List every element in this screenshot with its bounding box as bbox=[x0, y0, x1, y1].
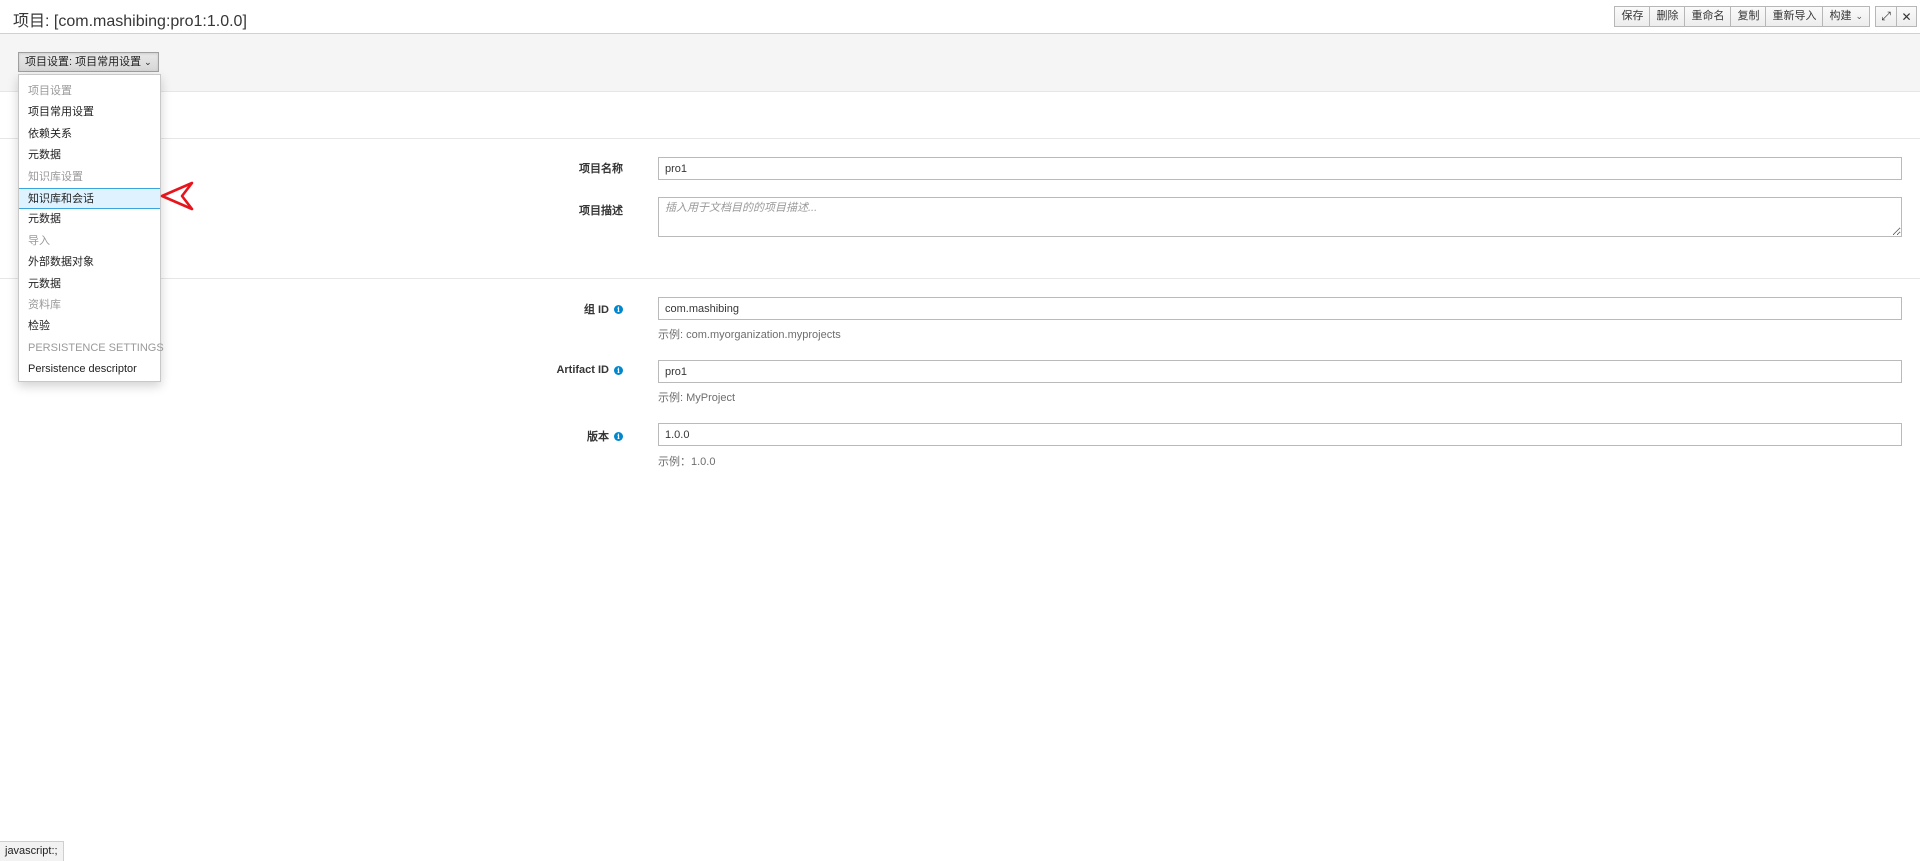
version-label: 版本 i bbox=[423, 428, 623, 444]
menu-section-header: 导入 bbox=[28, 234, 50, 247]
menu-section-header: 知识库设置 bbox=[28, 170, 83, 183]
close-icon[interactable]: ✕ bbox=[1896, 6, 1917, 27]
artifact-id-label-text: Artifact ID bbox=[556, 364, 609, 376]
info-icon[interactable]: i bbox=[614, 304, 623, 314]
build-button-label: 构建 bbox=[1829, 10, 1852, 22]
project-name-label-text: 项目名称 bbox=[579, 163, 623, 175]
menu-item[interactable]: 检验 bbox=[19, 316, 160, 337]
project-settings-menu: 项目设置 项目常用设置 依赖关系 元数据 知识库设置 知识库和会话 元数据 导入 外部数据对象元… bbox=[18, 74, 164, 382]
artifact-id-help: 示例: MyProject bbox=[658, 392, 736, 404]
build-button[interactable]: 构建 ⌄ bbox=[1822, 6, 1870, 27]
project-settings-dropdown-label: 项目设置: 项目常用设置 bbox=[25, 56, 142, 68]
copy-button[interactable]: 复制 bbox=[1730, 6, 1766, 27]
project-description-label-text: 项目描述 bbox=[579, 205, 623, 217]
project-description-input[interactable] bbox=[658, 197, 1902, 237]
menu-item[interactable]: 元数据 bbox=[19, 274, 160, 295]
reimport-button[interactable]: 重新导入 bbox=[1765, 6, 1823, 27]
menu-item[interactable]: 元数据 bbox=[19, 209, 160, 230]
rename-button[interactable]: 重命名 bbox=[1684, 6, 1731, 27]
menu-section-header: PERSISTENCE SETTINGS bbox=[28, 341, 164, 354]
chevron-down-icon: ⌄ bbox=[1855, 11, 1863, 21]
group-id-help: 示例: com.myorganization.myprojects bbox=[658, 329, 841, 341]
menu-item[interactable]: 项目常用设置 bbox=[19, 102, 160, 123]
settings-bar: 项目设置: 项目常用设置 ⌄ bbox=[0, 34, 1920, 92]
group-id-input[interactable] bbox=[658, 297, 1902, 320]
group-id-label: 组 ID i bbox=[423, 301, 623, 317]
version-help: 示例：1.0.0 bbox=[658, 456, 716, 468]
menu-item[interactable]: 外部数据对象 bbox=[19, 252, 160, 273]
group-id-label-text: 组 ID bbox=[583, 304, 609, 316]
version-label-text: 版本 bbox=[587, 431, 609, 443]
page-header: 项目: [com.mashibing:pro1:1.0.0] 保存 删除 重命名… bbox=[0, 0, 1920, 34]
project-name-input[interactable] bbox=[658, 157, 1902, 180]
menu-item[interactable]: 元数据 bbox=[19, 145, 160, 166]
section-divider bbox=[0, 138, 1920, 139]
menu-section-header: 项目设置 bbox=[28, 85, 72, 97]
project-settings-dropdown[interactable]: 项目设置: 项目常用设置 ⌄ bbox=[18, 52, 159, 72]
menu-item[interactable]: 依赖关系 bbox=[19, 124, 160, 145]
info-icon[interactable]: i bbox=[614, 365, 623, 375]
delete-button[interactable]: 删除 bbox=[1649, 6, 1685, 27]
page-title: 项目: [com.mashibing:pro1:1.0.0] bbox=[13, 13, 247, 30]
section-divider bbox=[0, 278, 1920, 279]
project-name-label: 项目名称 bbox=[423, 160, 623, 176]
annotation-arrow-icon bbox=[160, 181, 194, 211]
window-controls: ⤢ ✕ bbox=[1875, 6, 1917, 27]
expand-icon[interactable]: ⤢ bbox=[1875, 6, 1896, 27]
info-icon[interactable]: i bbox=[614, 431, 623, 441]
menu-section-header: 资料库 bbox=[28, 298, 61, 311]
status-bar: javascript:; bbox=[0, 841, 64, 861]
version-input[interactable] bbox=[658, 423, 1902, 446]
save-button[interactable]: 保存 bbox=[1614, 6, 1650, 27]
artifact-id-input[interactable] bbox=[658, 360, 1902, 383]
menu-item[interactable]: Persistence descriptor bbox=[19, 359, 160, 380]
project-description-label: 项目描述 bbox=[423, 202, 623, 218]
chevron-down-icon: ⌄ bbox=[144, 57, 152, 67]
toolbar: 保存 删除 重命名 复制 重新导入 构建 ⌄ bbox=[1614, 6, 1870, 27]
artifact-id-label: Artifact ID i bbox=[423, 364, 623, 376]
menu-item[interactable]: 知识库和会话 bbox=[19, 187, 160, 210]
